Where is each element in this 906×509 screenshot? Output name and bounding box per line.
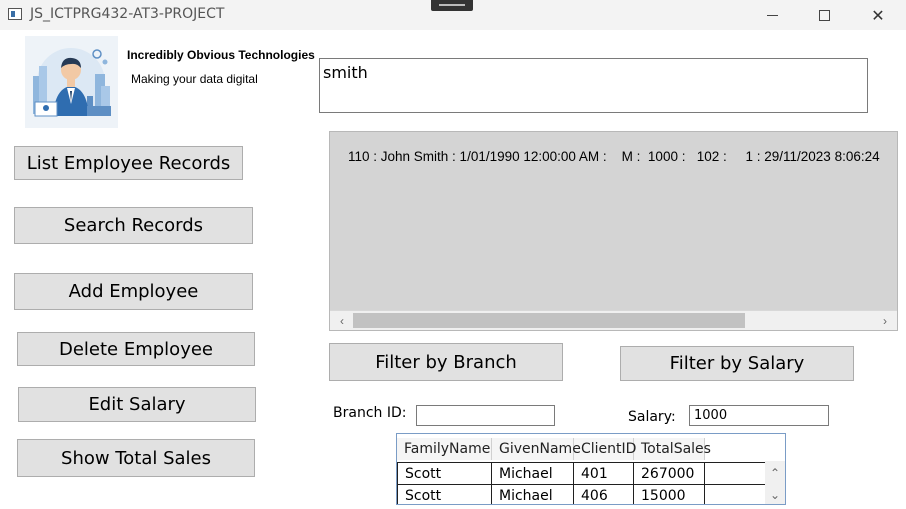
main-window: JS_ICTPRG432-AT3-PROJECT ✕ Incredibly Ob… [0,0,906,509]
minimize-button[interactable] [746,0,798,30]
grid-cell[interactable]: 406 [574,484,634,504]
scroll-right-icon[interactable]: › [876,313,894,329]
company-name: Incredibly Obvious Technologies [127,48,315,62]
maximize-icon [818,9,830,21]
salary-label: Salary: [628,409,676,425]
vertical-scrollbar[interactable]: ⌃ ⌄ [765,461,785,504]
table-row[interactable]: Scott Michael 406 15000 [397,484,766,504]
grid-cell[interactable]: 267000 [634,462,705,484]
maximize-button[interactable] [798,0,850,30]
title-bar[interactable]: JS_ICTPRG432-AT3-PROJECT ✕ [0,0,906,30]
horizontal-scrollbar[interactable]: ‹ › [330,310,897,330]
scroll-thumb[interactable] [353,313,745,328]
minimize-icon [766,14,778,16]
grid-cell[interactable] [705,484,766,504]
scroll-up-icon[interactable]: ⌃ [767,465,783,481]
grid-cell[interactable]: Scott [397,484,492,504]
show-total-sales-button[interactable]: Show Total Sales [17,439,255,477]
businessman-illustration-icon [25,36,118,128]
grid-cell[interactable]: Michael [492,462,574,484]
close-button[interactable]: ✕ [852,0,904,30]
grid-cell[interactable]: Michael [492,484,574,504]
branch-id-label: Branch ID: [333,405,407,421]
grid-cell[interactable]: 401 [574,462,634,484]
filter-by-branch-button[interactable]: Filter by Branch [329,343,563,381]
column-header[interactable]: TotalSales [634,438,711,460]
result-line[interactable]: 110 : John Smith : 1/01/1990 12:00:00 AM… [348,149,880,164]
table-row[interactable]: Scott Michael 401 267000 [397,462,766,484]
add-employee-button[interactable]: Add Employee [14,273,253,310]
filter-by-salary-button[interactable]: Filter by Salary [620,346,854,381]
scroll-down-icon[interactable]: ⌄ [767,487,783,503]
grid-cell[interactable]: Scott [397,462,492,484]
app-icon [8,8,22,20]
delete-employee-button[interactable]: Delete Employee [17,332,255,366]
grid-header: FamilyName GivenName ClientID TotalSales [397,438,711,460]
results-listbox[interactable]: 110 : John Smith : 1/01/1990 12:00:00 AM… [329,131,898,331]
close-icon: ✕ [871,5,885,25]
search-records-button[interactable]: Search Records [14,207,253,244]
total-sales-grid[interactable]: FamilyName GivenName ClientID TotalSales… [396,433,786,505]
company-logo [25,36,118,128]
drag-handle[interactable] [431,0,473,11]
column-header[interactable]: GivenName [492,438,581,460]
edit-salary-button[interactable]: Edit Salary [18,387,256,422]
company-tagline: Making your data digital [131,72,258,86]
list-employee-records-button[interactable]: List Employee Records [14,146,243,180]
salary-field[interactable]: 1000 [689,405,829,426]
grid-cell[interactable]: 15000 [634,484,705,504]
branch-id-field[interactable] [416,405,555,426]
search-input[interactable]: smith [319,58,868,113]
column-header[interactable]: ClientID [574,438,636,460]
scroll-left-icon[interactable]: ‹ [333,313,351,329]
column-header[interactable]: FamilyName [397,438,492,460]
window-title: JS_ICTPRG432-AT3-PROJECT [30,6,225,22]
grid-cell[interactable] [705,462,766,484]
